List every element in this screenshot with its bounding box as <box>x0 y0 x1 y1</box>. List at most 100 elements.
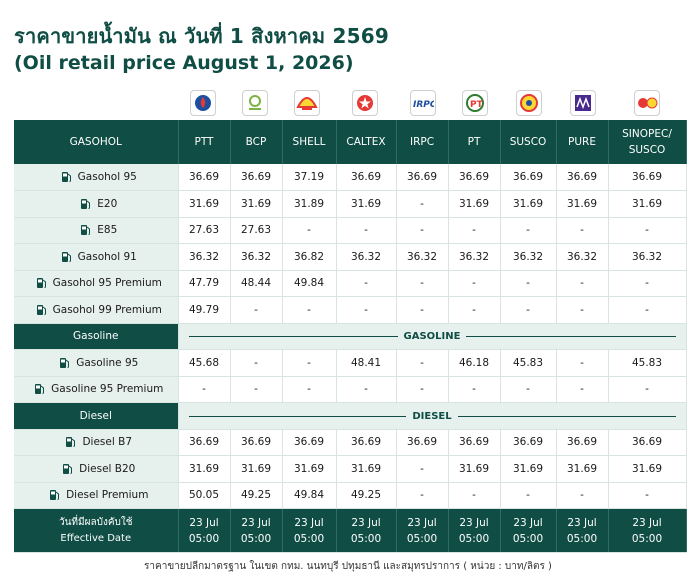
price-cell: 27.63 <box>178 217 231 244</box>
price-cell: - <box>282 349 337 377</box>
table-row: Gasohol 91 36.32 36.32 36.82 36.32 36.32 36.32… <box>14 243 687 271</box>
price-cell: 45.83 <box>608 349 687 377</box>
price-cell: 31.69 <box>178 190 231 218</box>
price-cell: - <box>448 217 501 244</box>
header-brand-line1: SINOPEC/ <box>622 128 672 140</box>
product-cell: Gasoline 95 Premium <box>14 376 179 403</box>
price-cell: 49.84 <box>282 270 337 297</box>
section-banner: GASOLINE <box>178 323 687 350</box>
svg-text:PT: PT <box>470 100 484 110</box>
price-cell: 31.69 <box>556 455 609 483</box>
effective-date-cell: 23 Jul 05:00 <box>178 508 231 553</box>
price-cell: - <box>500 270 557 297</box>
bcp-logo-icon <box>242 90 268 116</box>
price-cell: - <box>396 217 449 244</box>
price-cell: 36.69 <box>230 164 283 191</box>
price-cell: 49.84 <box>282 482 337 509</box>
price-cell: - <box>448 376 501 403</box>
effective-date: 23 Jul <box>513 516 543 529</box>
price-cell: - <box>282 376 337 403</box>
product-cell: Gasohol 91 <box>14 243 179 271</box>
price-cell: 36.32 <box>178 243 231 271</box>
table-row: Gasoline 95 Premium - - - - - - - - - <box>14 376 687 403</box>
price-cell: 49.25 <box>230 482 283 509</box>
price-cell: 36.69 <box>230 429 283 456</box>
price-cell: - <box>500 482 557 509</box>
price-cell: - <box>396 376 449 403</box>
effective-date-cell: 23 Jul 05:00 <box>608 508 687 553</box>
price-cell: 36.32 <box>336 243 397 271</box>
header-brand: CALTEX <box>336 120 397 164</box>
product-cell: Gasohol 95 Premium <box>14 270 179 297</box>
header-brand: PURE <box>556 120 609 164</box>
sinopec-logo-icon <box>634 90 660 116</box>
price-cell: - <box>556 376 609 403</box>
price-cell: - <box>282 296 337 324</box>
price-cell: 31.69 <box>336 455 397 483</box>
fuel-pump-icon <box>34 383 51 395</box>
price-cell: - <box>336 296 397 324</box>
price-cell: - <box>396 270 449 297</box>
price-cell: 31.69 <box>556 190 609 218</box>
effective-label-english: Effective Date <box>60 532 132 544</box>
fuel-pump-icon <box>62 463 79 475</box>
price-cell: 36.69 <box>500 164 557 191</box>
price-cell: - <box>608 482 687 509</box>
price-cell: 31.69 <box>448 455 501 483</box>
price-cell: - <box>396 455 449 483</box>
price-cell: - <box>396 482 449 509</box>
price-cell: 45.68 <box>178 349 231 377</box>
table-row: Diesel B7 36.69 36.69 36.69 36.69 36.69 36.69 3… <box>14 429 687 456</box>
price-cell: - <box>396 296 449 324</box>
section-banner: DIESEL <box>178 402 687 430</box>
price-cell: 31.69 <box>608 190 687 218</box>
effective-date: 23 Jul <box>459 516 489 529</box>
effective-date-cell: 23 Jul 05:00 <box>396 508 449 553</box>
price-cell: 45.83 <box>500 349 557 377</box>
price-cell: - <box>178 376 231 403</box>
price-cell: - <box>556 482 609 509</box>
price-cell: - <box>230 349 283 377</box>
price-cell: - <box>230 376 283 403</box>
product-name: Gasohol 95 <box>77 171 137 183</box>
product-name: Gasohol 95 Premium <box>52 277 162 290</box>
table-row: Gasoline 95 45.68- -48.41-46.18 45.83-45.83 <box>14 349 687 377</box>
price-cell: - <box>448 482 501 509</box>
price-cell: - <box>608 376 687 403</box>
price-cell: 36.69 <box>336 429 397 456</box>
price-cell: 31.89 <box>282 190 337 218</box>
effective-date-cell: 23 Jul 05:00 <box>230 508 283 553</box>
brand-logo-row: IRPC PT <box>14 90 686 120</box>
product-cell: Diesel Premium <box>14 482 179 509</box>
fuel-pump-icon <box>61 171 78 183</box>
product-cell: E20 <box>14 190 179 218</box>
price-cell: 31.69 <box>500 190 557 218</box>
price-cell: 36.32 <box>556 243 609 271</box>
price-cell: - <box>336 376 397 403</box>
effective-date: 23 Jul <box>351 516 381 529</box>
product-name: Diesel Premium <box>66 489 149 502</box>
price-cell: - <box>500 217 557 244</box>
irpc-logo-icon: IRPC <box>410 90 436 116</box>
fuel-pump-icon <box>36 304 53 316</box>
effective-time: 05:00 <box>631 532 663 545</box>
svg-text:IRPC: IRPC <box>413 100 434 110</box>
price-cell: 31.69 <box>336 190 397 218</box>
price-cell: - <box>556 296 609 324</box>
price-cell: 36.69 <box>608 164 687 191</box>
price-cell: 36.69 <box>556 164 609 191</box>
header-brand: SHELL <box>282 120 337 164</box>
price-cell: 36.82 <box>282 243 337 271</box>
price-cell: 36.69 <box>500 429 557 456</box>
price-cell: 31.69 <box>282 455 337 483</box>
oil-price-table: GASOHOL PTT BCP SHELL CALTEX IRPC PT SUS… <box>14 120 687 553</box>
fuel-pump-icon <box>49 489 66 501</box>
header-brand: PT <box>448 120 501 164</box>
header-brand: PTT <box>178 120 231 164</box>
effective-date-row: วันที่มีผลบังคับใช้ Effective Date 23 Jul 0… <box>14 508 687 553</box>
header-brand: SUSCO <box>500 120 557 164</box>
product-name: Gasoline 95 Premium <box>51 383 164 396</box>
effective-time: 05:00 <box>406 532 438 545</box>
caltex-logo-icon <box>352 90 378 116</box>
price-cell: 31.69 <box>608 455 687 483</box>
